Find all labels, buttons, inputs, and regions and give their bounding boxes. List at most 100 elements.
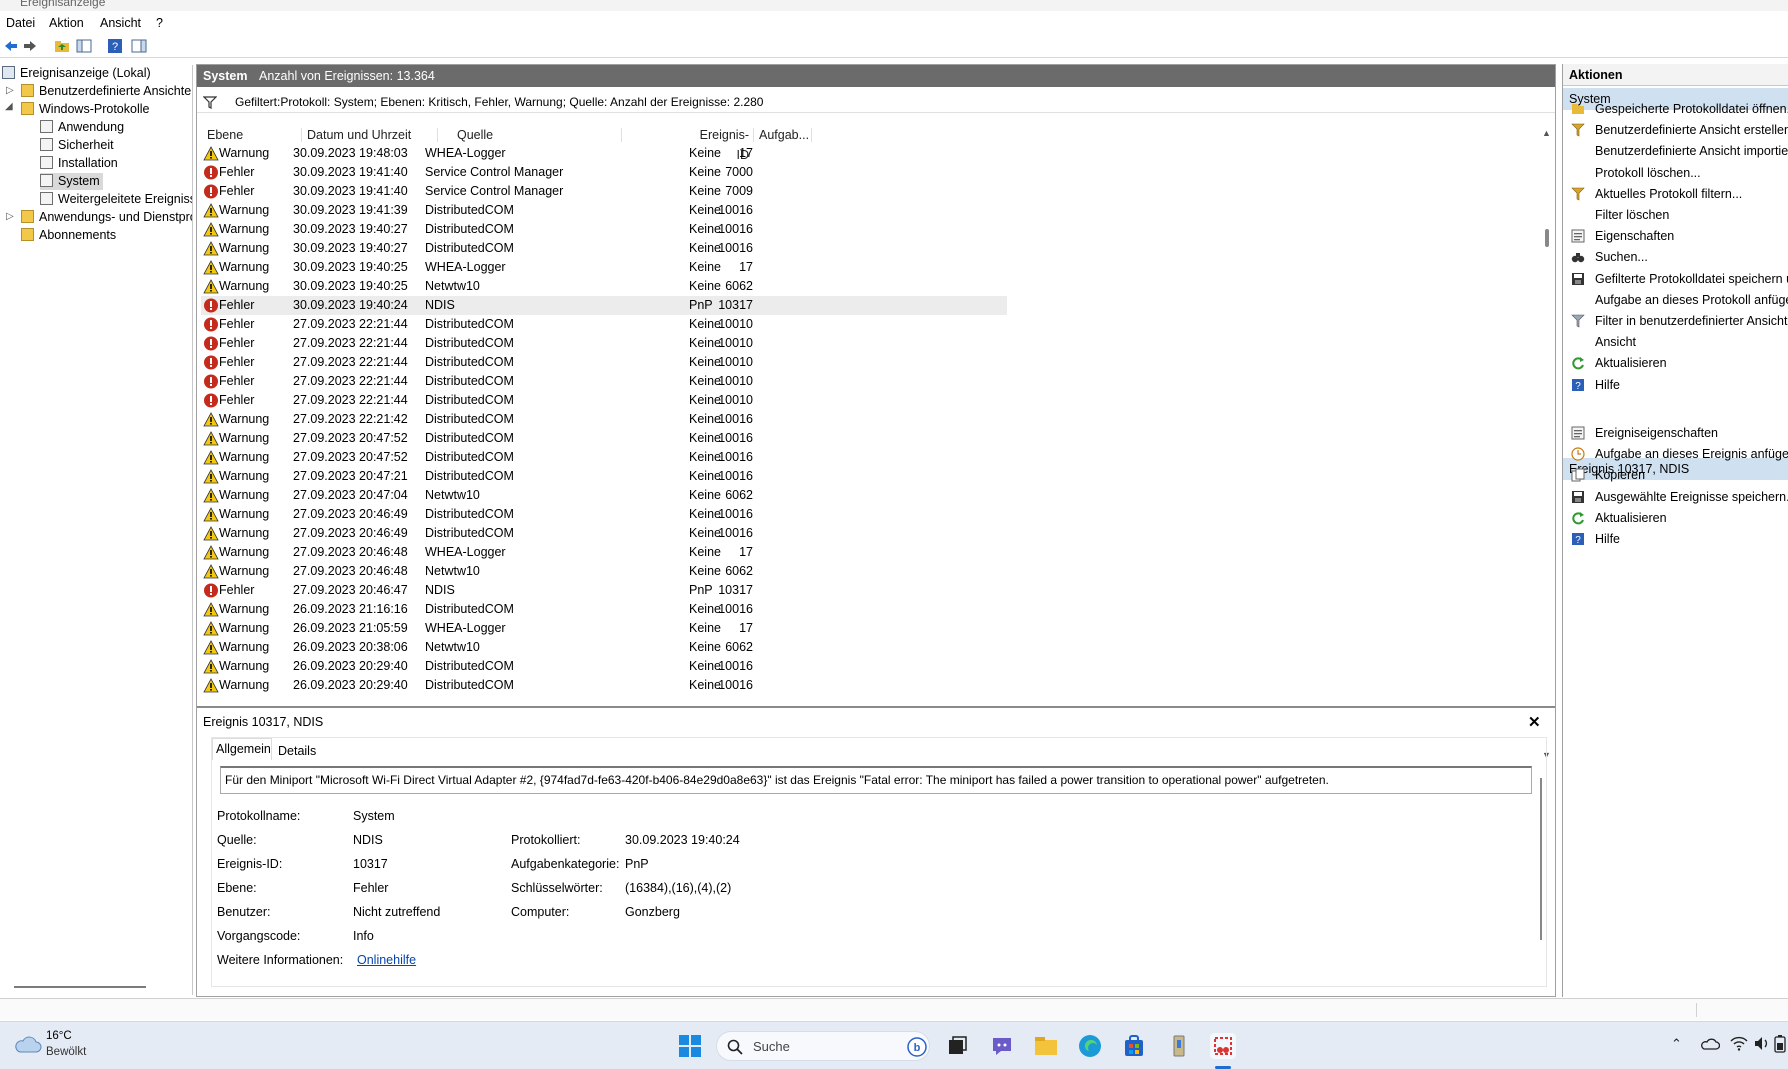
edge-icon[interactable] — [1077, 1033, 1103, 1059]
table-row[interactable]: Fehler 27.09.2023 22:21:44 DistributedCOM 1… — [201, 372, 1007, 391]
column-separator[interactable] — [811, 128, 812, 142]
battery-icon[interactable] — [1774, 1034, 1786, 1053]
action-item[interactable]: Protokoll löschen... — [1563, 162, 1788, 184]
table-row[interactable]: Fehler 27.09.2023 22:21:44 DistributedCOM 1… — [201, 315, 1007, 334]
tab-details[interactable]: Details — [278, 744, 316, 758]
action-item[interactable]: Aufgabe an dieses Protokoll anfügen... — [1563, 289, 1788, 311]
table-row[interactable]: Warnung 26.09.2023 21:16:16 DistributedCOM… — [201, 600, 1007, 619]
table-row[interactable]: Warnung 27.09.2023 20:46:49 DistributedCOM… — [201, 524, 1007, 543]
snipping-tool-icon[interactable] — [1210, 1033, 1236, 1059]
table-row[interactable]: Warnung 30.09.2023 19:40:25 Netwtw10 6062 Ke… — [201, 277, 1007, 296]
teams-chat-icon[interactable] — [989, 1033, 1015, 1059]
store-icon[interactable] — [1121, 1033, 1147, 1059]
action-item[interactable]: ? Hilfe — [1563, 528, 1788, 550]
column-separator[interactable] — [753, 128, 754, 142]
column-level[interactable]: Ebene — [207, 125, 243, 145]
show-hide-tree-icon[interactable] — [76, 38, 92, 54]
column-task[interactable]: Aufgab... — [759, 125, 809, 145]
forward-icon[interactable] — [23, 38, 39, 54]
action-item[interactable]: Ansicht — [1563, 331, 1788, 353]
table-row[interactable]: Warnung 26.09.2023 20:38:06 Netwtw10 6062 Ke… — [201, 638, 1007, 657]
action-item[interactable]: ? Hilfe — [1563, 374, 1788, 396]
action-item[interactable]: Suchen... — [1563, 246, 1788, 268]
close-icon[interactable]: ✕ — [1528, 713, 1541, 731]
table-row[interactable]: Warnung 26.09.2023 20:29:40 DistributedCOM… — [201, 676, 1007, 695]
table-row[interactable]: Warnung 30.09.2023 19:41:39 DistributedCOM… — [201, 201, 1007, 220]
online-help-link[interactable]: Onlinehilfe — [357, 953, 416, 967]
action-item[interactable]: Benutzerdefinierte Ansicht erstellen... — [1563, 119, 1788, 141]
table-row[interactable]: Fehler 27.09.2023 22:21:44 DistributedCOM 1… — [201, 353, 1007, 372]
chevron-right-icon[interactable]: ▷ — [6, 85, 14, 96]
menu-datei[interactable]: Datei — [6, 16, 35, 30]
volume-icon[interactable] — [1753, 1035, 1771, 1052]
show-hide-action-pane-icon[interactable] — [131, 38, 147, 54]
file-explorer-icon[interactable] — [1033, 1033, 1059, 1059]
column-date[interactable]: Datum und Uhrzeit — [307, 125, 411, 145]
table-row[interactable]: Warnung 30.09.2023 19:40:27 DistributedCOM… — [201, 220, 1007, 239]
menu-aktion[interactable]: Aktion — [49, 16, 84, 30]
action-item[interactable]: Aktualisieren — [1563, 352, 1788, 374]
onedrive-icon[interactable] — [1700, 1036, 1720, 1052]
action-item[interactable]: Gefilterte Protokolldatei speichern unte… — [1563, 268, 1788, 290]
wifi-icon[interactable] — [1730, 1035, 1748, 1052]
table-row[interactable]: Warnung 27.09.2023 20:46:48 WHEA-Logger 17 K… — [201, 543, 1007, 562]
tree-item-application[interactable]: Anwendung — [40, 119, 124, 136]
action-item[interactable]: Benutzerdefinierte Ansicht importieren..… — [1563, 140, 1788, 162]
table-row[interactable]: Warnung 27.09.2023 20:47:04 Netwtw10 6062 Ke… — [201, 486, 1007, 505]
weather-temperature[interactable]: 16°C — [46, 1030, 72, 1042]
scroll-thumb[interactable] — [1545, 229, 1549, 247]
help-toolbar-icon[interactable]: ? — [107, 38, 123, 54]
weather-condition[interactable]: Bewölkt — [46, 1046, 86, 1058]
event-message-box[interactable]: Für den Miniport "Microsoft Wi-Fi Direct… — [220, 766, 1532, 794]
column-event-id[interactable]: Ereignis-ID — [691, 125, 749, 162]
action-item[interactable]: Filter in benutzerdefinierter Ansicht sp… — [1563, 310, 1788, 332]
column-separator[interactable] — [437, 128, 438, 142]
action-item[interactable]: Gespeicherte Protokolldatei öffnen... — [1563, 98, 1788, 120]
control-panel-icon[interactable] — [1166, 1033, 1192, 1059]
table-row[interactable]: Fehler 30.09.2023 19:40:24 NDIS 10317 PnP — [201, 296, 1007, 315]
tree-item-app-service-logs[interactable]: Anwendungs- und Dienstprotokolle — [21, 209, 192, 226]
table-row[interactable]: Warnung 30.09.2023 19:40:25 WHEA-Logger 17 K… — [201, 258, 1007, 277]
table-row[interactable]: Fehler 27.09.2023 22:21:44 DistributedCOM 1… — [201, 334, 1007, 353]
table-row[interactable]: Warnung 26.09.2023 21:05:59 WHEA-Logger 17 K… — [201, 619, 1007, 638]
table-row[interactable]: Fehler 30.09.2023 19:41:40 Service Control… — [201, 163, 1007, 182]
table-row[interactable]: Warnung 27.09.2023 20:46:48 Netwtw10 6062 Ke… — [201, 562, 1007, 581]
tree-item-system[interactable]: System — [40, 173, 103, 190]
taskbar-search-box[interactable]: Suche b — [716, 1031, 930, 1061]
action-item[interactable]: Eigenschaften — [1563, 225, 1788, 247]
task-view-icon[interactable] — [944, 1033, 970, 1059]
chevron-right-icon[interactable]: ▷ — [6, 211, 14, 222]
table-row[interactable]: Warnung 30.09.2023 19:48:03 WHEA-Logger 17 K… — [201, 144, 1007, 163]
menu-ansicht[interactable]: Ansicht — [100, 16, 141, 30]
cloud-icon[interactable] — [12, 1034, 42, 1054]
action-item[interactable]: Aktualisieren — [1563, 507, 1788, 529]
action-item[interactable]: Aktuelles Protokoll filtern... — [1563, 183, 1788, 205]
tree-item-security[interactable]: Sicherheit — [40, 137, 114, 154]
tab-allgemein[interactable]: Allgemein — [212, 738, 272, 760]
table-row[interactable]: Warnung 27.09.2023 20:47:21 DistributedCOM… — [201, 467, 1007, 486]
table-row[interactable]: Warnung 30.09.2023 19:40:27 DistributedCOM… — [201, 239, 1007, 258]
table-row[interactable]: Fehler 27.09.2023 20:46:47 NDIS 10317 PnP — [201, 581, 1007, 600]
action-item[interactable]: Ausgewählte Ereignisse speichern... — [1563, 486, 1788, 508]
tree-item-subscriptions[interactable]: Abonnements — [21, 227, 116, 244]
table-row[interactable]: Warnung 27.09.2023 20:47:52 DistributedCOM… — [201, 448, 1007, 467]
detail-scrollbar[interactable] — [1540, 778, 1542, 940]
up-folder-icon[interactable] — [54, 38, 70, 54]
column-source[interactable]: Quelle — [457, 125, 493, 145]
menu-help[interactable]: ? — [156, 16, 163, 30]
table-row[interactable]: Fehler 27.09.2023 22:21:44 DistributedCOM 1… — [201, 391, 1007, 410]
chevron-down-icon[interactable]: ◢ — [5, 101, 13, 112]
column-separator[interactable] — [301, 128, 302, 142]
table-row[interactable]: Warnung 27.09.2023 20:46:49 DistributedCOM… — [201, 505, 1007, 524]
action-item[interactable]: Aufgabe an dieses Ereignis anfügen... — [1563, 443, 1788, 465]
table-row[interactable]: Fehler 30.09.2023 19:41:40 Service Control… — [201, 182, 1007, 201]
scroll-up-icon[interactable]: ▲ — [1542, 128, 1551, 138]
table-row[interactable]: Warnung 27.09.2023 20:47:52 DistributedCOM… — [201, 429, 1007, 448]
tree-root[interactable]: Ereignisanzeige (Lokal) — [2, 65, 151, 82]
tree-item-setup[interactable]: Installation — [40, 155, 118, 172]
tree-item-windows-logs[interactable]: Windows-Protokolle — [21, 101, 149, 118]
windows-start-icon[interactable] — [677, 1033, 703, 1059]
tree-hscrollbar[interactable] — [14, 986, 146, 988]
tree-item-custom-views[interactable]: Benutzerdefinierte Ansichten — [21, 83, 191, 100]
bing-icon[interactable]: b — [907, 1037, 927, 1057]
